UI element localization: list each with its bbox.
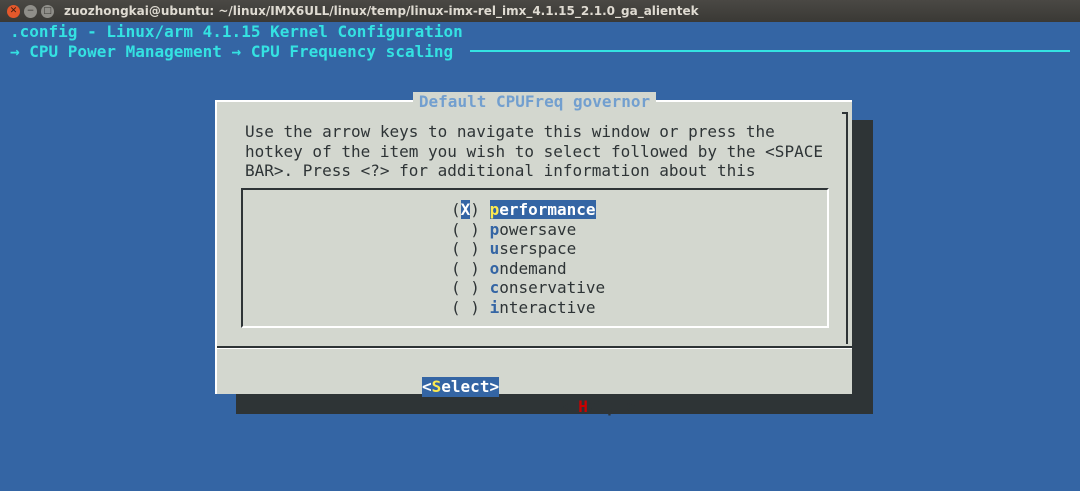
help-line: Use the arrow keys to navigate this wind… bbox=[245, 122, 775, 141]
hotkey-letter: c bbox=[489, 278, 500, 297]
radio-ondemand[interactable]: ( ) bbox=[451, 259, 480, 278]
option-label: owersave bbox=[499, 219, 577, 239]
radio-performance[interactable]: (X) bbox=[451, 200, 480, 219]
option-userspace[interactable]: ( ) userspace bbox=[451, 239, 605, 259]
help-line: hotkey of the item you wish to select fo… bbox=[245, 141, 823, 161]
hotkey-letter: o bbox=[489, 258, 500, 278]
option-ondemand[interactable]: ( ) ondemand bbox=[451, 259, 605, 279]
option-label: erformance bbox=[499, 200, 596, 219]
hotkey-letter: u bbox=[489, 239, 500, 258]
button-row: <Select> < Help > bbox=[217, 357, 852, 437]
dialog-right-corner bbox=[842, 112, 848, 114]
help-button[interactable]: < Help > bbox=[559, 397, 636, 417]
button-separator-highlight bbox=[217, 348, 852, 349]
breadcrumb-rule bbox=[470, 50, 1070, 52]
radio-userspace[interactable]: ( ) bbox=[451, 239, 480, 258]
governor-list: (X) performance ( ) powersave ( ) usersp… bbox=[241, 188, 829, 328]
option-interactive[interactable]: ( ) interactive bbox=[451, 298, 605, 318]
help-hotkey: H bbox=[578, 397, 588, 416]
maximize-icon[interactable]: □ bbox=[41, 4, 54, 18]
dialog-right-border bbox=[846, 112, 848, 344]
radio-powersave[interactable]: ( ) bbox=[451, 220, 480, 239]
help-line: BAR>. Press <?> for additional informati… bbox=[245, 161, 756, 180]
dialog-title-bar: Default CPUFreq governor bbox=[217, 92, 852, 112]
option-label: serspace bbox=[499, 239, 577, 258]
option-label: ndemand bbox=[499, 258, 567, 278]
governor-dialog: Default CPUFreq governor Use the arrow k… bbox=[215, 92, 852, 416]
close-icon[interactable]: ✕ bbox=[7, 4, 20, 18]
window-title: zuozhongkai@ubuntu: ~/linux/IMX6ULL/linu… bbox=[64, 4, 699, 18]
governor-list-items: (X) performance ( ) powersave ( ) usersp… bbox=[451, 200, 605, 317]
breadcrumb: → CPU Power Management → CPU Frequency s… bbox=[10, 42, 454, 61]
window-titlebar: ✕ − □ zuozhongkai@ubuntu: ~/linux/IMX6UL… bbox=[0, 0, 1080, 22]
option-conservative[interactable]: ( ) conservative bbox=[451, 278, 605, 298]
minimize-icon[interactable]: − bbox=[24, 4, 37, 18]
option-label: nteractive bbox=[499, 297, 596, 317]
option-powersave[interactable]: ( ) powersave bbox=[451, 220, 605, 240]
help-text: Use the arrow keys to navigate this wind… bbox=[245, 122, 845, 181]
option-performance[interactable]: (X) performance bbox=[451, 200, 605, 220]
select-button[interactable]: <Select> bbox=[422, 377, 500, 397]
select-hotkey: S bbox=[431, 377, 442, 396]
config-title: .config - Linux/arm 4.1.15 Kernel Config… bbox=[10, 22, 463, 41]
hotkey-letter: i bbox=[489, 297, 500, 317]
hotkey-letter: p bbox=[489, 200, 500, 219]
dialog-title: Default CPUFreq governor bbox=[412, 92, 657, 111]
radio-conservative[interactable]: ( ) bbox=[451, 278, 480, 297]
radio-interactive[interactable]: ( ) bbox=[451, 298, 480, 317]
option-label: onservative bbox=[499, 278, 606, 297]
hotkey-letter: p bbox=[489, 219, 500, 239]
